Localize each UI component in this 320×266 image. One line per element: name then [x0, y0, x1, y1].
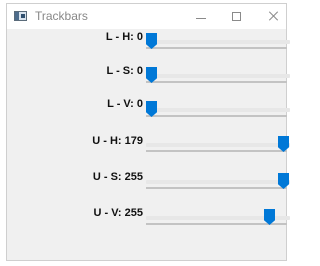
- close-button[interactable]: [255, 6, 291, 28]
- trackbar-line: [146, 150, 287, 152]
- trackbar-track: [146, 143, 290, 147]
- trackbar-line: [146, 81, 287, 83]
- trackbar-low-saturation[interactable]: [146, 67, 290, 87]
- trackbar-label-high-value: U - V: 255: [93, 207, 143, 219]
- trackbar-label-high-hue: U - H: 179: [92, 135, 143, 147]
- trackbar-high-saturation[interactable]: [146, 173, 290, 193]
- trackbar-label-low-value: L - V: 0: [107, 98, 143, 110]
- trackbar-label-high-saturation: U - S: 255: [92, 171, 143, 183]
- app-window-icon: [14, 11, 27, 21]
- trackbar-high-value[interactable]: [146, 209, 290, 229]
- maximize-button[interactable]: [219, 6, 255, 28]
- close-icon: [268, 10, 280, 22]
- trackbar-track: [146, 108, 290, 112]
- trackbar-label-low-saturation: L - S: 0: [106, 65, 143, 77]
- trackbar-low-hue[interactable]: [146, 33, 290, 53]
- trackbar-line: [146, 47, 287, 49]
- trackbar-low-value[interactable]: [146, 101, 290, 121]
- trackbar-line: [146, 115, 287, 117]
- trackbar-track: [146, 74, 290, 78]
- trackbars-window: Trackbars L - H: 0 L - S: 0 L - V: 0 U -…: [6, 3, 290, 261]
- trackbar-track: [146, 180, 290, 184]
- trackbar-high-hue[interactable]: [146, 136, 290, 156]
- trackbar-line: [146, 187, 287, 189]
- trackbar-line: [146, 223, 287, 225]
- trackbar-label-low-hue: L - H: 0: [105, 31, 143, 43]
- window-title: Trackbars: [35, 9, 88, 23]
- trackbar-track: [146, 40, 290, 44]
- title-bar[interactable]: Trackbars: [7, 4, 286, 29]
- minimize-button[interactable]: [183, 6, 219, 28]
